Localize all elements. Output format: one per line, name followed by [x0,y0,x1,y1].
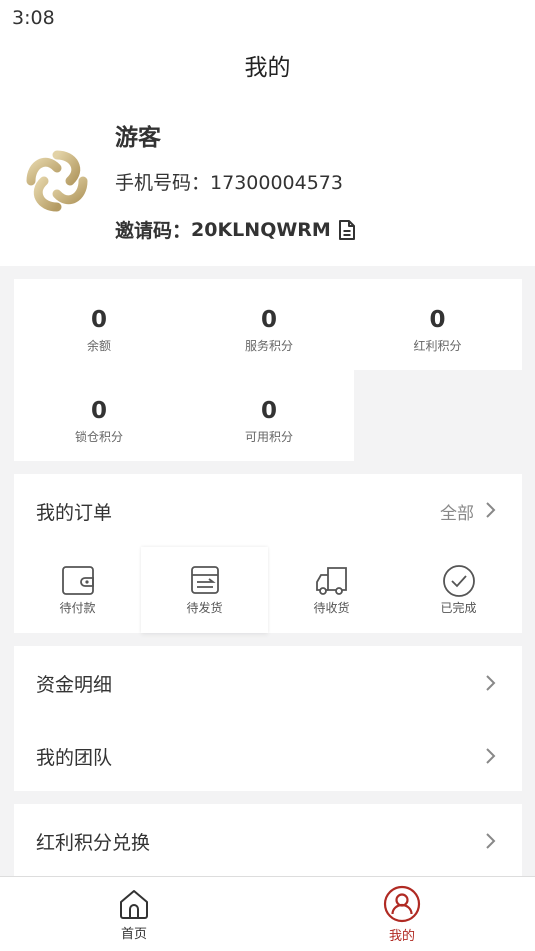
menu-label: 我的团队 [36,747,113,769]
stat-value: 0 [260,398,277,424]
orders-header[interactable]: 我的订单 全部 [14,474,522,546]
stat-bonus-points[interactable]: 0 红利积分 [353,279,522,370]
orders-title: 我的订单 [36,502,113,524]
copy-icon[interactable] [337,219,357,241]
order-pending-receipt[interactable]: 待收货 [268,564,395,624]
order-completed[interactable]: 已完成 [395,564,522,624]
package-icon [190,566,219,594]
stat-label: 余额 [86,339,111,353]
tab-home[interactable]: 首页 [0,877,268,951]
user-icon [383,885,421,923]
avatar[interactable] [22,146,92,216]
order-label: 待付款 [59,601,96,615]
home-icon [120,890,148,919]
order-label: 已完成 [440,601,477,615]
stat-balance[interactable]: 0 余额 [14,279,184,370]
order-pending-shipment[interactable]: 待发货 [141,547,268,633]
chevron-right-icon [486,502,496,518]
menu-my-team[interactable]: 我的团队 [14,719,522,791]
menu-label: 红利积分兑换 [36,832,151,854]
tab-label: 首页 [120,927,147,942]
chevron-right-icon [486,833,496,849]
chevron-right-icon [486,675,496,691]
stat-value: 0 [429,307,446,333]
stat-available-points[interactable]: 0 可用积分 [184,370,354,461]
orders-card: 我的订单 全部 待付款 待发货 待收货 已完成 [14,474,522,633]
stat-label: 红利积分 [413,339,462,353]
stat-locked-points[interactable]: 0 锁仓积分 [14,370,184,461]
tab-mine[interactable]: 我的 [268,877,535,951]
user-name: 游客 [115,125,161,151]
stat-value: 0 [260,307,277,333]
points-grid: 0 余额 0 服务积分 0 红利积分 0 锁仓积分 0 可用积分 [14,279,522,461]
page-title: 我的 [0,38,535,98]
tab-label: 我的 [388,929,415,944]
menu-group: 资金明细 我的团队 [14,646,522,791]
stat-label: 锁仓积分 [74,430,123,444]
stat-label: 可用积分 [244,430,293,444]
order-pending-payment[interactable]: 待付款 [14,564,141,624]
invite-label: 邀请码： [115,220,192,242]
menu-fund-details[interactable]: 资金明细 [14,646,522,718]
stat-value: 0 [90,307,107,333]
stat-service-points[interactable]: 0 服务积分 [184,279,354,370]
phone-label: 手机号码： [115,172,211,194]
chevron-right-icon [486,748,496,764]
orders-all-link[interactable]: 全部 [440,499,474,524]
check-circle-icon [442,565,475,597]
invite-line: 邀请码： 20KLNQWRM [115,216,357,243]
menu-bonus-exchange[interactable]: 红利积分兑换 [14,804,522,876]
status-time: 3:08 [12,7,55,29]
wallet-icon [61,566,94,595]
order-label: 待收货 [313,601,350,615]
phone-value: 17300004573 [210,172,343,194]
stat-value: 0 [90,398,107,424]
invite-value: 20KLNQWRM [191,218,331,241]
profile-card: 游客 手机号码：17300004573 邀请码： 20KLNQWRM [0,98,535,266]
menu-label: 资金明细 [36,674,113,696]
menu-group: 红利积分兑换 [14,804,522,876]
status-bar: 3:08 [0,0,535,38]
stat-label: 服务积分 [244,339,293,353]
truck-icon [315,567,347,595]
phone-line: 手机号码：17300004573 [115,168,343,195]
bottom-tab-bar: 首页 我的 [0,876,535,951]
order-label: 待发货 [186,601,223,615]
